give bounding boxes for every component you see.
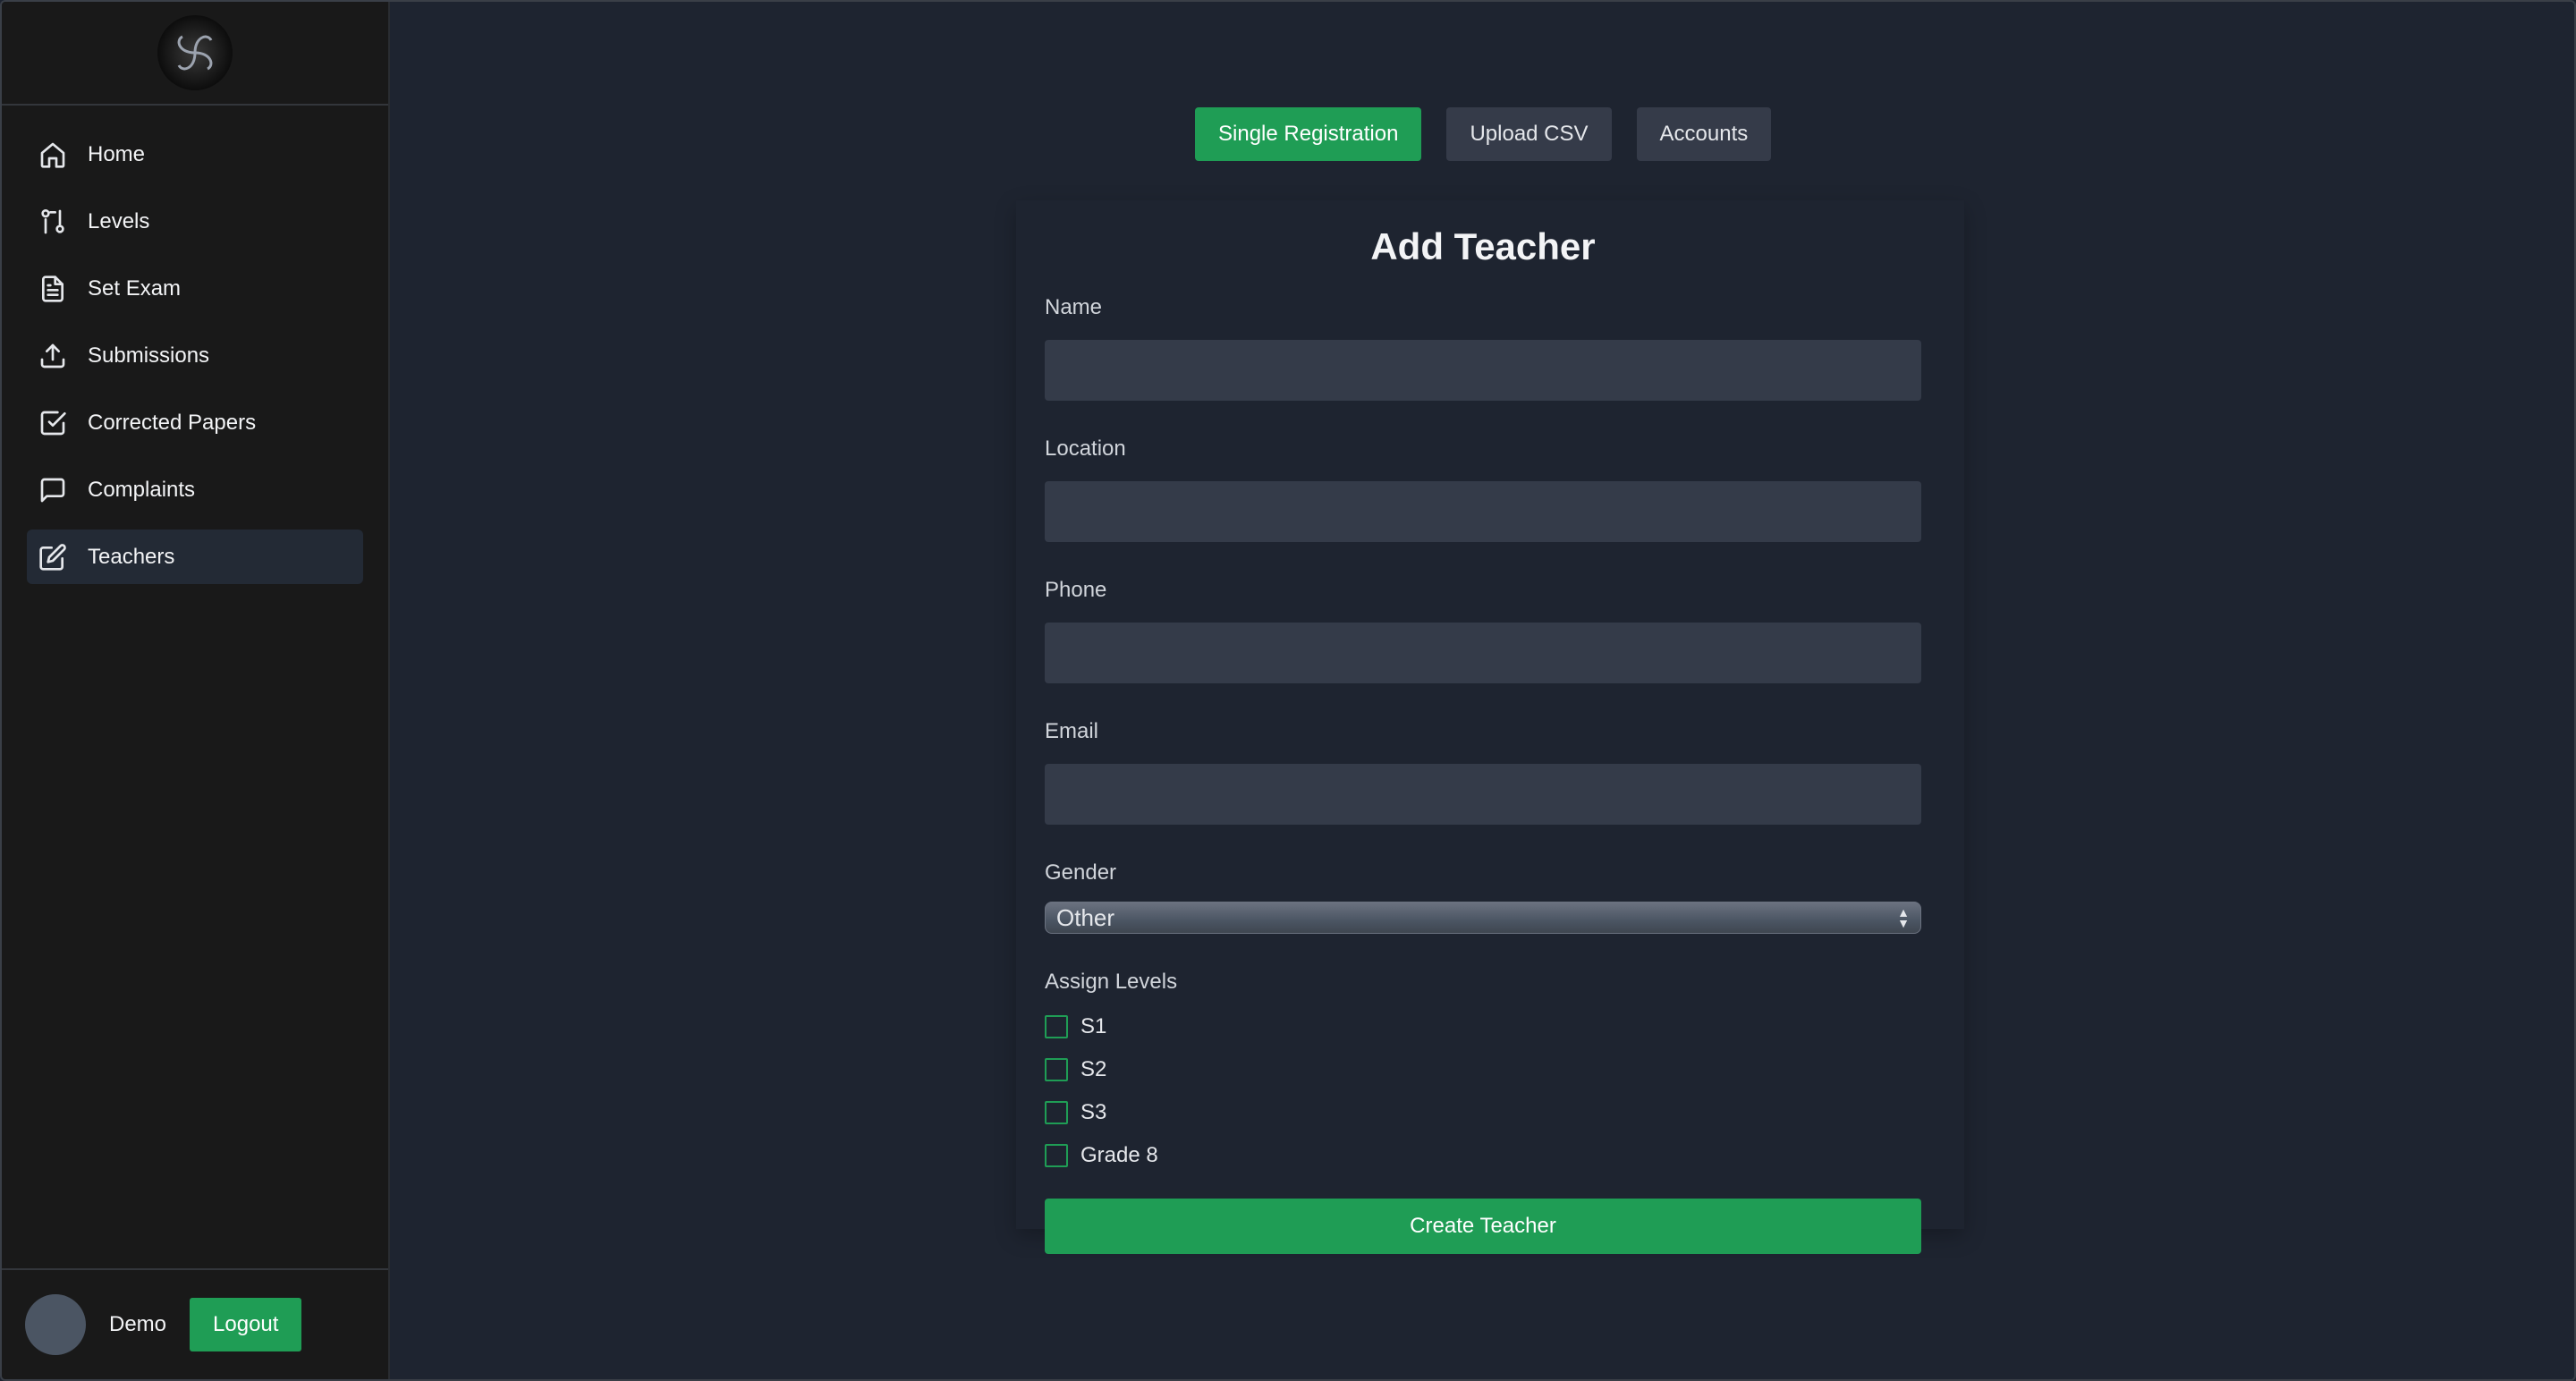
levels-icon: [38, 207, 68, 237]
app-window: Home Levels Set Exam Submissions Correct…: [0, 0, 2576, 1381]
sidebar-item-label: Submissions: [88, 343, 210, 368]
user-footer: Demo Logout: [2, 1268, 388, 1379]
sidebar-item-label: Teachers: [88, 544, 175, 569]
level-label: S3: [1080, 1100, 1107, 1124]
email-label: Email: [1045, 719, 1099, 743]
level-label: S1: [1080, 1014, 1107, 1038]
select-arrows-icon: ▲ ▼: [1897, 905, 1910, 930]
tab-accounts[interactable]: Accounts: [1636, 107, 1772, 161]
edit-icon: [38, 542, 68, 572]
logo-area: [2, 2, 388, 106]
email-field-group: Email: [1045, 719, 1921, 825]
tab-upload-csv[interactable]: Upload CSV: [1446, 107, 1612, 161]
sidebar-item-submissions[interactable]: Submissions: [27, 328, 363, 383]
sidebar-item-teachers[interactable]: Teachers: [27, 530, 363, 584]
sidebar-item-label: Complaints: [88, 477, 196, 502]
sidebar-item-levels[interactable]: Levels: [27, 194, 363, 249]
sidebar-item-label: Levels: [88, 208, 150, 233]
sidebar-item-corrected-papers[interactable]: Corrected Papers: [27, 395, 363, 450]
level-option-s1[interactable]: S1: [1045, 1005, 1921, 1048]
logo-icon: [157, 15, 233, 90]
home-icon: [38, 140, 68, 170]
sidebar-item-home[interactable]: Home: [27, 127, 363, 182]
level-checkbox[interactable]: [1045, 1015, 1068, 1038]
sidebar-item-label: Set Exam: [88, 275, 182, 301]
name-field-group: Name: [1045, 295, 1921, 401]
sidebar-item-label: Home: [88, 141, 146, 166]
level-checkbox[interactable]: [1045, 1101, 1068, 1124]
check-square-icon: [38, 408, 68, 438]
level-option-s2[interactable]: S2: [1045, 1048, 1921, 1091]
level-option-grade-8[interactable]: Grade 8: [1045, 1134, 1921, 1177]
sidebar-nav: Home Levels Set Exam Submissions Correct…: [2, 106, 388, 584]
main-content: Single Registration Upload CSV Accounts …: [390, 2, 2574, 1379]
level-option-s3[interactable]: S3: [1045, 1091, 1921, 1134]
sidebar-item-label: Corrected Papers: [88, 410, 257, 435]
tab-single-registration[interactable]: Single Registration: [1195, 107, 1422, 161]
gender-label: Gender: [1045, 860, 1117, 885]
upload-icon: [38, 341, 68, 371]
level-label: S2: [1080, 1057, 1107, 1081]
phone-input[interactable]: [1045, 623, 1921, 683]
user-name: Demo: [109, 1312, 167, 1336]
sidebar: Home Levels Set Exam Submissions Correct…: [2, 2, 390, 1379]
location-input[interactable]: [1045, 481, 1921, 542]
add-teacher-form: Add Teacher Name Location Phone Email Ge…: [1016, 200, 1964, 1254]
level-checkbox[interactable]: [1045, 1058, 1068, 1081]
gender-select[interactable]: Other ▲ ▼: [1045, 902, 1921, 934]
logout-button[interactable]: Logout: [190, 1298, 302, 1351]
location-field-group: Location: [1045, 436, 1921, 542]
message-icon: [38, 475, 68, 505]
name-label: Name: [1045, 295, 1103, 319]
gender-field-group: Gender Other ▲ ▼: [1045, 860, 1921, 934]
form-title: Add Teacher: [1370, 225, 1596, 267]
phone-label: Phone: [1045, 578, 1107, 602]
sidebar-item-complaints[interactable]: Complaints: [27, 462, 363, 517]
name-input[interactable]: [1045, 340, 1921, 401]
levels-field-group: Assign Levels S1 S2 S3 Grade 8: [1045, 970, 1921, 1177]
gender-selected-value: Other: [1056, 903, 1115, 931]
create-teacher-button[interactable]: Create Teacher: [1045, 1199, 1921, 1254]
levels-label: Assign Levels: [1045, 970, 1178, 994]
level-label: Grade 8: [1080, 1143, 1158, 1167]
document-icon: [38, 274, 68, 304]
location-label: Location: [1045, 436, 1126, 461]
email-input[interactable]: [1045, 764, 1921, 825]
avatar[interactable]: [25, 1294, 86, 1355]
sidebar-item-set-exam[interactable]: Set Exam: [27, 261, 363, 316]
registration-tabs: Single Registration Upload CSV Accounts: [1195, 107, 1772, 161]
phone-field-group: Phone: [1045, 578, 1921, 683]
level-checkbox[interactable]: [1045, 1144, 1068, 1167]
